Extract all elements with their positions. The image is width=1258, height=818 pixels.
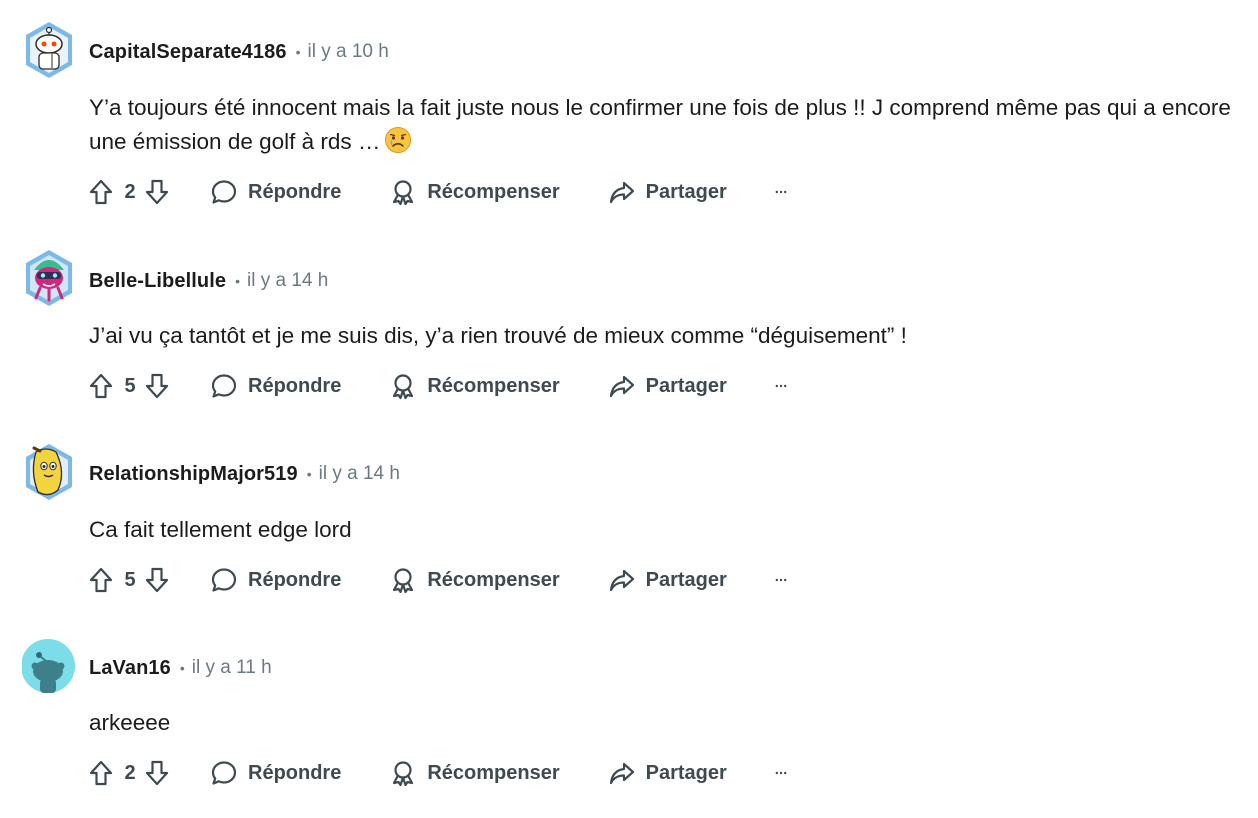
reply-label: Répondre [248, 374, 342, 397]
downvote-button[interactable] [142, 758, 172, 788]
comment-actions: 5 Répondre Récompenser Partager [86, 562, 797, 598]
share-button[interactable]: Partager [608, 372, 727, 400]
award-label: Récompenser [427, 568, 560, 591]
downvote-button[interactable] [142, 565, 172, 595]
comment-body: Y’a toujours été innocent mais la fait j… [89, 91, 1239, 164]
downvote-arrow-icon [145, 567, 169, 593]
downvote-arrow-icon [145, 179, 169, 205]
award-button[interactable]: Récompenser [389, 759, 560, 787]
reply-button[interactable]: Répondre [210, 759, 341, 787]
reply-label: Répondre [248, 761, 342, 784]
upvote-button[interactable] [86, 371, 116, 401]
vote-count: 5 [124, 568, 136, 591]
ellipsis-icon [775, 384, 787, 388]
more-options-button[interactable] [775, 189, 797, 195]
snoo-avatar-pink-icon [26, 250, 72, 306]
comment-actions: 5 Répondre Récompenser Partager [86, 368, 797, 404]
downvote-arrow-icon [145, 373, 169, 399]
meta-separator: • [235, 273, 240, 289]
upvote-button[interactable] [86, 758, 116, 788]
share-button[interactable]: Partager [608, 566, 727, 594]
ellipsis-icon [775, 771, 787, 775]
comment-bubble-icon [211, 374, 237, 398]
comment-bubble-icon [211, 568, 237, 592]
vote-count: 2 [124, 180, 136, 203]
comment-actions: 2 Répondre Récompenser Partager [86, 755, 797, 791]
timestamp[interactable]: il y a 11 h [192, 657, 272, 679]
snoo-avatar-default-icon [21, 639, 75, 693]
snoo-avatar-banana-icon [26, 444, 72, 500]
comment-text: J’ai vu ça tantôt et je me suis dis, y’a… [89, 323, 907, 348]
share-button[interactable]: Partager [608, 759, 727, 787]
share-arrow-icon [609, 375, 634, 398]
upvote-arrow-icon [89, 567, 113, 593]
award-label: Récompenser [427, 761, 560, 784]
share-label: Partager [645, 374, 727, 397]
comment-actions: 2 Répondre Récompenser Partager [86, 174, 797, 210]
award-label: Récompenser [427, 180, 560, 203]
upvote-arrow-icon [89, 760, 113, 786]
timestamp[interactable]: il y a 14 h [247, 270, 328, 292]
ellipsis-icon [775, 190, 787, 194]
share-label: Partager [645, 761, 727, 784]
comment-bubble-icon [211, 761, 237, 785]
upvote-button[interactable] [86, 565, 116, 595]
award-button[interactable]: Récompenser [389, 178, 560, 206]
comment-body: Ca fait tellement edge lord [89, 513, 1239, 547]
comment-text: Ca fait tellement edge lord [89, 517, 352, 542]
downvote-button[interactable] [142, 177, 172, 207]
more-options-button[interactable] [775, 770, 797, 776]
share-arrow-icon [609, 762, 634, 785]
reply-button[interactable]: Répondre [210, 566, 341, 594]
award-label: Récompenser [427, 374, 560, 397]
share-button[interactable]: Partager [608, 178, 727, 206]
meta-separator: • [179, 660, 185, 676]
award-ribbon-icon [393, 568, 414, 594]
meta-separator: • [295, 44, 301, 60]
user-avatar[interactable] [22, 20, 76, 80]
sad-face-emoji-icon [384, 126, 412, 164]
upvote-arrow-icon [89, 179, 113, 205]
reply-label: Répondre [248, 568, 342, 591]
upvote-arrow-icon [89, 373, 113, 399]
award-button[interactable]: Récompenser [389, 372, 560, 400]
username[interactable]: CapitalSeparate4186 [89, 41, 287, 64]
upvote-button[interactable] [86, 177, 116, 207]
comment-body: arkeeee [89, 706, 1239, 740]
more-options-button[interactable] [775, 577, 797, 583]
share-label: Partager [645, 568, 727, 591]
vote-count: 2 [124, 761, 136, 784]
more-options-button[interactable] [775, 383, 797, 389]
comment-bubble-icon [211, 180, 237, 204]
ellipsis-icon [775, 578, 787, 582]
meta-separator: • [306, 466, 312, 482]
user-avatar[interactable] [21, 636, 76, 696]
reply-label: Répondre [248, 180, 342, 203]
share-label: Partager [645, 180, 727, 203]
share-arrow-icon [609, 569, 634, 592]
reply-button[interactable]: Répondre [210, 372, 341, 400]
comment-text: arkeeee [89, 710, 171, 735]
award-button[interactable]: Récompenser [389, 566, 560, 594]
award-ribbon-icon [393, 180, 414, 206]
share-arrow-icon [609, 181, 634, 204]
user-avatar[interactable] [22, 442, 76, 502]
username[interactable]: Belle-Libellule [89, 270, 226, 293]
award-ribbon-icon [393, 761, 414, 787]
username[interactable]: RelationshipMajor519 [89, 463, 298, 486]
username[interactable]: LaVan16 [89, 657, 171, 680]
comment-text: Y’a toujours été innocent mais la fait j… [89, 95, 1231, 154]
timestamp[interactable]: il y a 10 h [307, 41, 388, 63]
user-avatar[interactable] [22, 248, 76, 308]
comment-body: J’ai vu ça tantôt et je me suis dis, y’a… [89, 319, 1239, 353]
reply-button[interactable]: Répondre [210, 178, 341, 206]
award-ribbon-icon [393, 374, 414, 400]
downvote-arrow-icon [145, 760, 169, 786]
timestamp[interactable]: il y a 14 h [319, 463, 400, 485]
vote-count: 5 [124, 374, 136, 397]
downvote-button[interactable] [142, 371, 172, 401]
snoo-avatar-robot-icon [26, 22, 72, 78]
